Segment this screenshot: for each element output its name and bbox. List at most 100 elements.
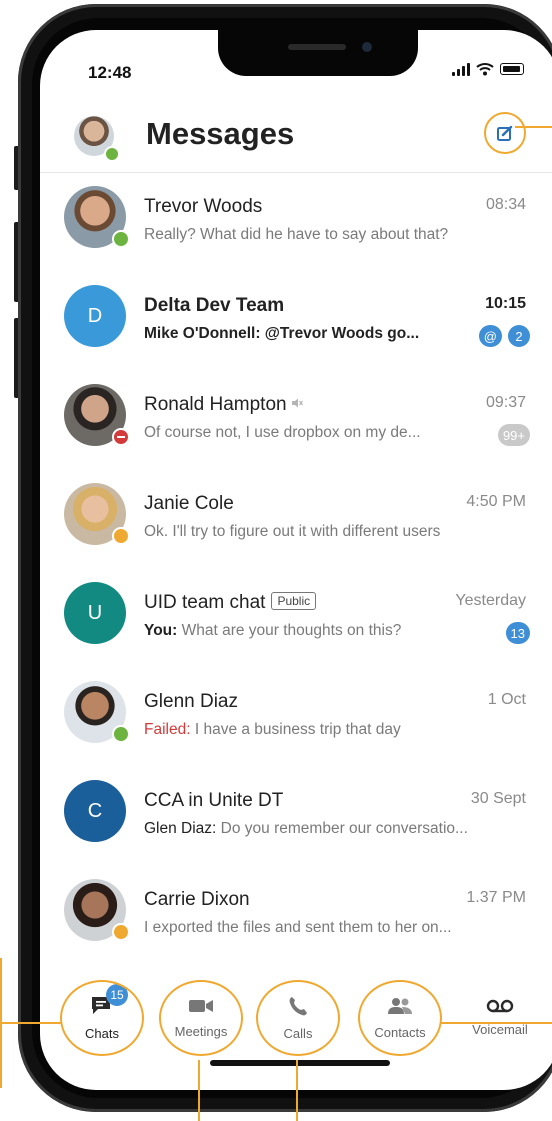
preview-text: Do you remember our conversatio... xyxy=(216,820,468,837)
public-tag: Public xyxy=(271,592,317,610)
muted-icon xyxy=(291,398,303,408)
chat-row[interactable]: Glenn Diaz 1 Oct Failed: I have a business… xyxy=(40,669,552,767)
tab-calls[interactable]: Calls xyxy=(258,978,338,1058)
preview-text: Mike O'Donnell: @Trevor Woods go... xyxy=(144,325,420,342)
badge-group: 99+ xyxy=(497,424,530,446)
unread-badge: 2 xyxy=(508,325,530,347)
preview-text: Really? What did he have to say about th… xyxy=(144,226,449,243)
chat-name-text: CCA in Unite DT xyxy=(144,790,284,811)
home-indicator xyxy=(210,1060,390,1066)
preview-text: Ok. I'll try to figure out it with diffe… xyxy=(144,523,441,540)
chat-preview: Really? What did he have to say about th… xyxy=(144,226,448,244)
header: Messages xyxy=(40,102,552,173)
chat-preview: Of course not, I use dropbox on my de... xyxy=(144,424,421,442)
chat-name: Trevor Woods xyxy=(144,196,262,218)
avatar: U xyxy=(64,582,126,644)
presence-indicator xyxy=(112,527,130,545)
chat-time: 09:37 xyxy=(485,394,526,411)
tab-label: Chats xyxy=(85,1026,119,1041)
unread-badge: 13 xyxy=(505,622,530,644)
chat-time: 08:34 xyxy=(485,196,526,213)
chat-time: 1 Oct xyxy=(487,691,526,708)
chat-row[interactable]: Janie Cole 4:50 PM Ok. I'll try to figure … xyxy=(40,471,552,569)
tab-label: Calls xyxy=(283,1026,313,1041)
callout-line xyxy=(0,1022,62,1024)
preview-text: Of course not, I use dropbox on my de... xyxy=(144,424,421,441)
chat-preview: You: What are your thoughts on this? xyxy=(144,622,401,640)
tab-voicemail[interactable]: Voicemail xyxy=(460,978,540,1058)
chat-time: 4:50 PM xyxy=(466,493,526,510)
tab-contacts[interactable]: Contacts xyxy=(360,978,440,1058)
chat-name-text: Janie Cole xyxy=(144,493,234,514)
chat-preview: Mike O'Donnell: @Trevor Woods go... xyxy=(144,325,419,343)
chat-name: CCA in Unite DT xyxy=(144,790,283,812)
chat-name: Delta Dev Team xyxy=(144,295,284,317)
mention-badge: @ xyxy=(478,325,502,347)
unread-badge: 99+ xyxy=(497,424,530,446)
contacts-icon xyxy=(386,996,414,1021)
chat-time: 10:15 xyxy=(485,295,526,312)
chat-name-text: Delta Dev Team xyxy=(144,295,285,316)
compose-icon xyxy=(497,125,513,141)
chat-time: 1.37 PM xyxy=(466,889,526,906)
chat-row[interactable]: D Delta Dev Team 10:15 Mike O'Donnell: @Tre… xyxy=(40,273,552,371)
phone-icon xyxy=(287,995,309,1022)
wifi-icon xyxy=(476,63,494,76)
badge-group: @2 xyxy=(478,325,530,347)
preview-prefix: You: xyxy=(144,622,178,639)
page-title: Messages xyxy=(146,116,295,151)
preview-text: What are your thoughts on this? xyxy=(177,622,402,639)
tab-chats[interactable]: Chats 15 xyxy=(62,978,142,1058)
chat-row[interactable]: Carrie Dixon 1.37 PM I exported the files … xyxy=(40,867,552,965)
chat-name-text: Ronald Hampton xyxy=(144,394,287,415)
tab-label: Voicemail xyxy=(472,1022,528,1037)
preview-prefix: Failed: xyxy=(144,721,191,738)
presence-indicator xyxy=(112,230,130,248)
notch xyxy=(218,30,418,76)
chat-preview: I exported the files and sent them to he… xyxy=(144,919,452,937)
presence-indicator xyxy=(112,725,130,743)
preview-prefix: Glen Diaz: xyxy=(144,820,217,837)
chat-row[interactable]: Trevor Woods 08:34 Really? What did he hav… xyxy=(40,174,552,272)
chat-time: Yesterday xyxy=(455,592,526,609)
app-screen: 12:48 Messages Trevor Woods 08:34 Really? … xyxy=(40,30,552,1090)
signal-icon xyxy=(452,62,470,76)
chat-name: Carrie Dixon xyxy=(144,889,250,911)
preview-text: I exported the files and sent them to he… xyxy=(144,919,452,936)
callout-line xyxy=(515,126,552,128)
avatar: C xyxy=(64,780,126,842)
tab-label: Meetings xyxy=(174,1024,228,1039)
dnd-status-icon xyxy=(112,428,130,446)
tab-label: Contacts xyxy=(374,1025,426,1040)
compose-button[interactable] xyxy=(484,112,526,154)
chat-name: Glenn Diaz xyxy=(144,691,238,713)
chat-name: UID team chat Public xyxy=(144,592,317,614)
chat-name-text: UID team chat xyxy=(144,592,266,613)
preview-text: I have a business trip that day xyxy=(190,721,401,738)
chat-row[interactable]: U UID team chat Public Yesterday You: What a… xyxy=(40,570,552,668)
chat-name: Ronald Hampton xyxy=(144,394,303,416)
video-icon xyxy=(188,997,214,1020)
avatar: D xyxy=(64,285,126,347)
status-icons xyxy=(452,62,524,76)
chat-preview: Ok. I'll try to figure out it with diffe… xyxy=(144,523,440,541)
chat-preview: Glen Diaz: Do you remember our conversat… xyxy=(144,820,468,838)
callout-line xyxy=(296,1060,298,1121)
chat-name-text: Trevor Woods xyxy=(144,196,263,217)
tab-meetings[interactable]: Meetings xyxy=(161,978,241,1058)
my-presence-indicator xyxy=(104,146,120,162)
front-camera xyxy=(362,42,372,52)
callout-line xyxy=(198,1060,200,1121)
tab-bar: Chats 15 Meetings Calls Contacts Voicemail xyxy=(40,978,552,1058)
battery-icon xyxy=(500,63,524,75)
chat-time: 30 Sept xyxy=(470,790,526,807)
chat-preview: Failed: I have a business trip that day xyxy=(144,721,401,739)
chat-row[interactable]: Ronald Hampton 09:37 Of course not, I use … xyxy=(40,372,552,470)
chat-row[interactable]: C CCA in Unite DT 30 Sept Glen Diaz: Do you… xyxy=(40,768,552,866)
chat-name-text: Carrie Dixon xyxy=(144,889,250,910)
callout-line xyxy=(440,1022,552,1024)
callout-line xyxy=(0,958,2,1088)
badge-group: 13 xyxy=(505,622,530,644)
status-time: 12:48 xyxy=(88,63,132,82)
voicemail-icon xyxy=(486,999,514,1018)
